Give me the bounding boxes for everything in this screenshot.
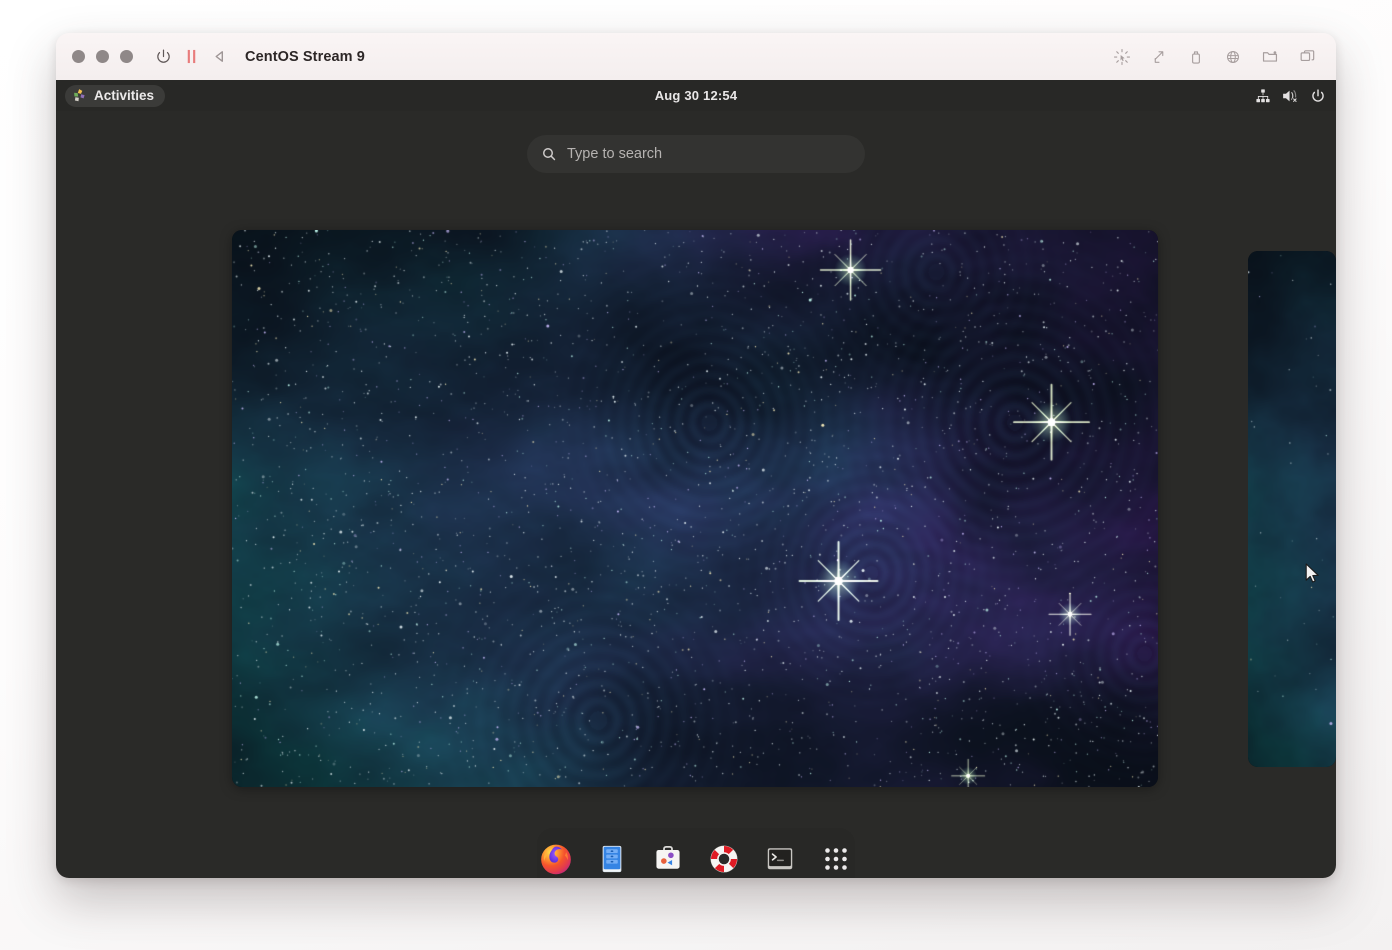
workspace-preview-active[interactable] [232,230,1158,787]
wallpaper [232,230,1158,787]
wallpaper-next [1248,251,1336,767]
dock-item-show-apps[interactable] [816,839,855,878]
windows-stack-icon[interactable] [1292,42,1322,72]
shared-folder-icon[interactable] [1255,42,1285,72]
gnome-desktop: Activities Aug 30 12:54 Type to search [56,80,1336,878]
search-entry[interactable]: Type to search [527,135,865,173]
vm-title: CentOS Stream 9 [245,48,365,65]
vm-right-controls [1107,33,1322,80]
pause-icon[interactable] [177,43,205,71]
resize-arrow-icon[interactable] [1144,42,1174,72]
search-icon [541,146,557,162]
search-placeholder: Type to search [567,146,663,162]
minimize-button[interactable] [96,50,109,63]
vm-left-controls [149,43,233,71]
back-icon[interactable] [205,43,233,71]
system-tray[interactable] [1255,80,1326,111]
window-controls [72,50,133,63]
power-icon[interactable] [149,43,177,71]
network-globe-icon[interactable] [1218,42,1248,72]
gnome-logo-icon [72,88,87,103]
dock-item-files[interactable] [593,839,632,878]
topbar-clock[interactable]: Aug 30 12:54 [56,88,1336,103]
cursor-click-icon[interactable] [1107,42,1137,72]
vm-titlebar: CentOS Stream 9 [56,33,1336,80]
gnome-topbar: Activities Aug 30 12:54 [56,80,1336,111]
network-wired-icon[interactable] [1255,88,1271,104]
dock [537,828,855,878]
power-menu-icon[interactable] [1310,88,1326,104]
dock-item-software[interactable] [649,839,688,878]
dock-item-terminal[interactable] [760,839,799,878]
activities-button[interactable]: Activities [65,84,166,107]
screenshot-root: CentOS Stream 9 Activities Aug 30 12:54 … [0,0,1392,950]
volume-muted-icon[interactable] [1282,88,1299,104]
usb-icon[interactable] [1181,42,1211,72]
close-button[interactable] [72,50,85,63]
maximize-button[interactable] [120,50,133,63]
dock-item-help[interactable] [705,839,744,878]
workspace-preview-next[interactable] [1248,251,1336,767]
mouse-cursor [1305,563,1321,590]
vm-window: CentOS Stream 9 Activities Aug 30 12:54 … [56,33,1336,878]
activities-label: Activities [94,88,155,103]
dock-item-firefox[interactable] [537,839,576,878]
